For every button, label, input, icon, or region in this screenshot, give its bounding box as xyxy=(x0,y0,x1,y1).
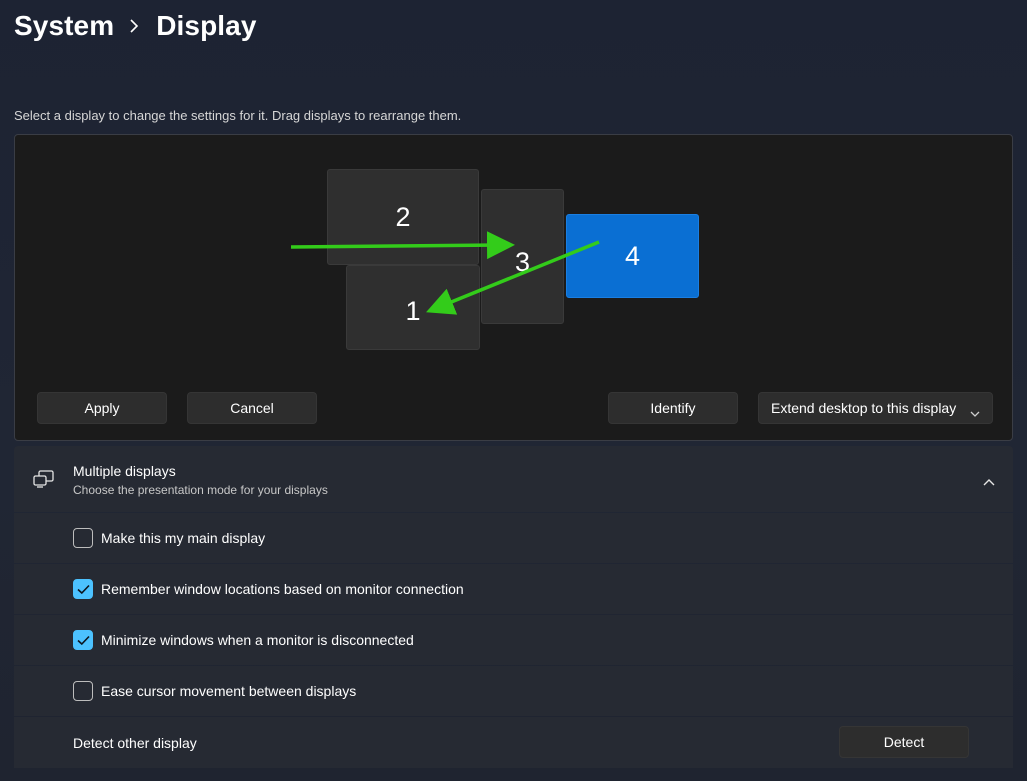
option-row-main-display[interactable]: Make this my main display xyxy=(14,513,1013,563)
option-row-remember-locations[interactable]: Remember window locations based on monit… xyxy=(14,564,1013,614)
chevron-up-icon[interactable] xyxy=(983,473,995,491)
breadcrumb: System Display xyxy=(14,8,257,44)
option-row-ease-cursor[interactable]: Ease cursor movement between displays xyxy=(14,666,1013,716)
monitor-2[interactable]: 2 xyxy=(327,169,479,265)
arrange-hint: Select a display to change the settings … xyxy=(14,108,462,123)
monitor-1[interactable]: 1 xyxy=(346,265,480,350)
identify-button[interactable]: Identify xyxy=(608,392,738,424)
chevron-right-icon xyxy=(114,8,156,44)
multiple-displays-icon xyxy=(33,470,55,493)
option-row-minimize-windows[interactable]: Minimize windows when a monitor is disco… xyxy=(14,615,1013,665)
remember-locations-checkbox[interactable] xyxy=(73,579,93,599)
main-display-checkbox[interactable] xyxy=(73,528,93,548)
multiple-displays-section: Multiple displays Choose the presentatio… xyxy=(14,446,1013,768)
display-mode-dropdown[interactable]: Extend desktop to this display xyxy=(758,392,993,424)
display-mode-value: Extend desktop to this display xyxy=(771,400,957,416)
detect-button[interactable]: Detect xyxy=(839,726,969,758)
option-label: Minimize windows when a monitor is disco… xyxy=(101,632,414,648)
ease-cursor-checkbox[interactable] xyxy=(73,681,93,701)
option-label: Make this my main display xyxy=(101,530,266,546)
apply-button[interactable]: Apply xyxy=(37,392,167,424)
monitor-3[interactable]: 3 xyxy=(481,189,564,324)
checkmark-icon xyxy=(77,635,90,646)
chevron-down-icon xyxy=(970,405,980,421)
display-arrangement-panel: 2 3 1 4 Apply Cancel Identify Extend des… xyxy=(14,134,1013,441)
option-label: Ease cursor movement between displays xyxy=(101,683,357,699)
section-title: Multiple displays xyxy=(73,463,176,479)
multiple-displays-header[interactable]: Multiple displays Choose the presentatio… xyxy=(14,446,1013,512)
breadcrumb-parent[interactable]: System xyxy=(14,10,114,42)
page-title: Display xyxy=(156,10,257,41)
detect-label: Detect other display xyxy=(73,734,197,751)
option-label: Remember window locations based on monit… xyxy=(101,581,464,597)
minimize-windows-checkbox[interactable] xyxy=(73,630,93,650)
detect-row: Detect other display Detect xyxy=(14,717,1013,768)
checkmark-icon xyxy=(77,584,90,595)
monitor-4[interactable]: 4 xyxy=(566,214,699,298)
section-subtitle: Choose the presentation mode for your di… xyxy=(73,483,328,497)
cancel-button[interactable]: Cancel xyxy=(187,392,317,424)
